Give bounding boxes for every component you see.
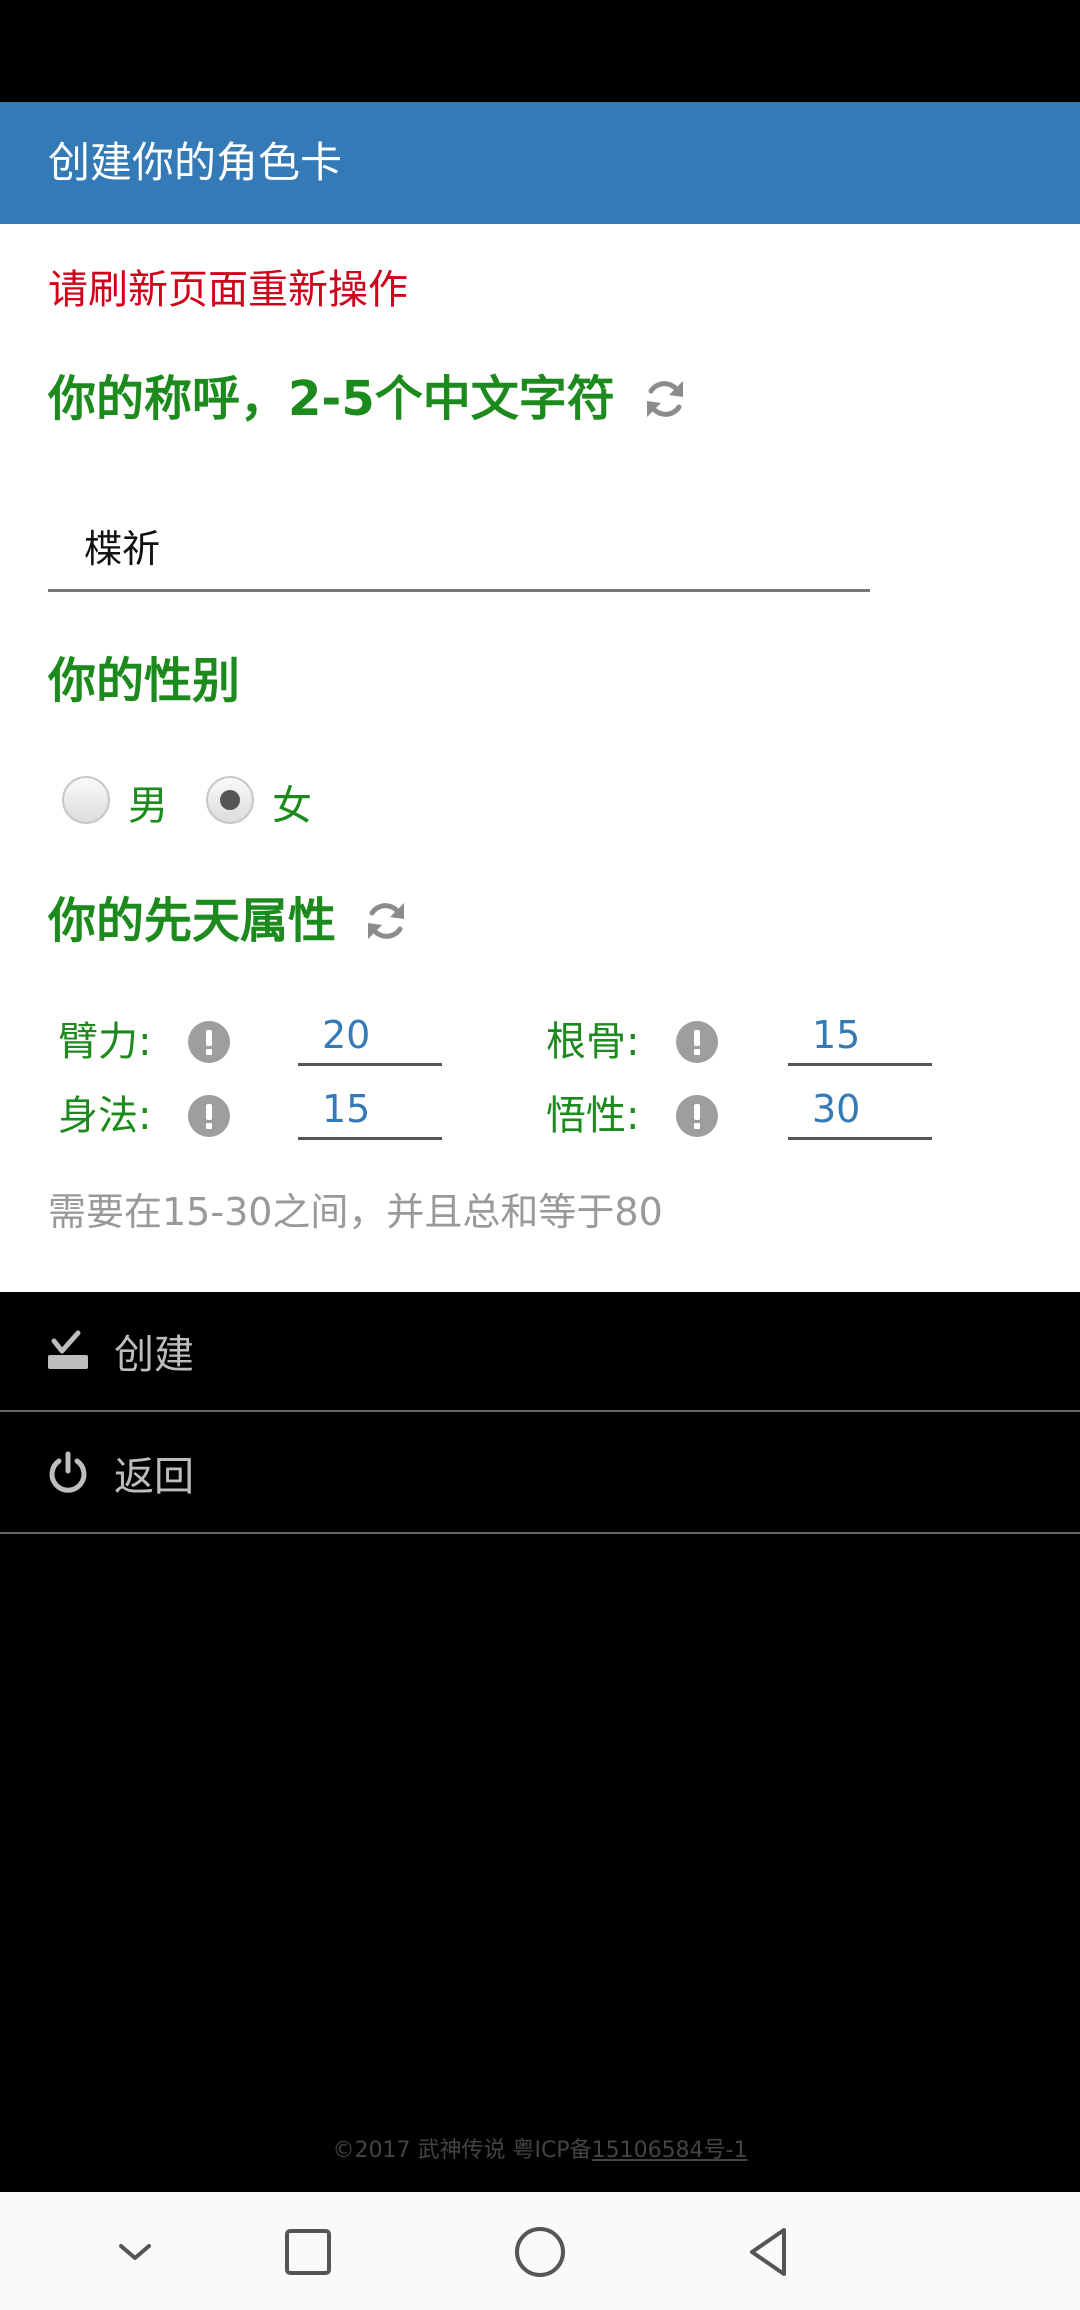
error-message: 请刷新页面重新操作 xyxy=(48,267,408,313)
back-label: 返回 xyxy=(114,1454,194,1500)
square-icon[interactable] xyxy=(278,2222,338,2282)
footer: ©2017 武神传说 粤ICP备15106584号-1 xyxy=(0,2132,1080,2164)
power-icon xyxy=(46,1451,90,1495)
character-form-panel: 请刷新页面重新操作 你的称呼，2-5个中文字符 你的性别 男 女 你的先天属性 xyxy=(0,224,1080,1292)
radio-selected-dot xyxy=(220,790,240,810)
footer-copyright: ©2017 武神传说 粤ICP备 xyxy=(332,2138,592,2163)
exclamation-circle-icon[interactable] xyxy=(188,1095,230,1137)
gender-label-female[interactable]: 女 xyxy=(272,776,312,836)
attribute-label: 臂力: xyxy=(58,1019,152,1065)
gender-label-male[interactable]: 男 xyxy=(128,776,168,836)
name-section-title: 你的称呼，2-5个中文字符 xyxy=(48,366,689,432)
system-nav-bar xyxy=(0,2192,1080,2310)
agility-input[interactable] xyxy=(298,1080,442,1140)
gender-radio-male[interactable] xyxy=(62,776,110,824)
refresh-attributes-icon[interactable] xyxy=(362,897,410,945)
page-title: 创建你的角色卡 xyxy=(48,138,343,187)
gender-section-title: 你的性别 xyxy=(48,648,240,714)
attribute-agility: 身法: xyxy=(58,1086,230,1146)
gender-radio-group: 男 女 xyxy=(62,770,350,830)
comprehension-input[interactable] xyxy=(788,1080,932,1140)
attribute-label: 悟性: xyxy=(546,1093,640,1139)
create-button[interactable]: 创建 xyxy=(0,1292,1080,1412)
exclamation-circle-icon[interactable] xyxy=(188,1021,230,1063)
constitution-input[interactable] xyxy=(788,1006,932,1066)
check-tray-icon xyxy=(46,1329,90,1373)
name-input[interactable] xyxy=(48,502,870,592)
chevron-down-icon[interactable] xyxy=(105,2222,165,2282)
create-label: 创建 xyxy=(114,1332,194,1378)
status-bar xyxy=(0,0,1080,102)
attribute-strength: 臂力: xyxy=(58,1012,230,1072)
app-header: 创建你的角色卡 xyxy=(0,102,1080,224)
triangle-back-icon[interactable] xyxy=(740,2222,800,2282)
circle-icon[interactable] xyxy=(510,2222,570,2282)
attribute-label: 身法: xyxy=(58,1093,152,1139)
name-section-label: 你的称呼，2-5个中文字符 xyxy=(48,371,615,427)
attribute-comprehension: 悟性: xyxy=(546,1086,718,1146)
attribute-label: 根骨: xyxy=(546,1019,640,1065)
icp-link[interactable]: 15106584号-1 xyxy=(592,2138,748,2163)
strength-input[interactable] xyxy=(298,1006,442,1066)
attribute-constitution: 根骨: xyxy=(546,1012,718,1072)
attributes-hint: 需要在15-30之间，并且总和等于80 xyxy=(48,1190,663,1234)
exclamation-circle-icon[interactable] xyxy=(676,1095,718,1137)
gender-radio-female[interactable] xyxy=(206,776,254,824)
attributes-section-title: 你的先天属性 xyxy=(48,888,410,954)
back-button[interactable]: 返回 xyxy=(0,1414,1080,1534)
exclamation-circle-icon[interactable] xyxy=(676,1021,718,1063)
gender-section-label: 你的性别 xyxy=(48,653,241,709)
attributes-section-label: 你的先天属性 xyxy=(48,893,337,949)
refresh-name-icon[interactable] xyxy=(641,375,689,423)
